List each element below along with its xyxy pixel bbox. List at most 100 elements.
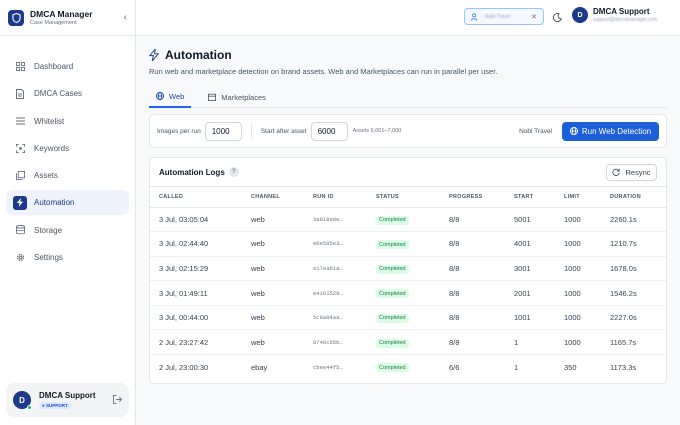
column-header: DURATION [601,187,666,208]
page-title: Automation [165,48,232,62]
start-cell: 4001 [505,231,555,257]
sidebar-item-label: Dashboard [34,62,74,71]
sidebar-item-label: Storage [34,225,63,235]
tab-web[interactable]: Web [149,86,192,108]
run-config-panel: Images per run Start after asset Assets … [149,114,667,148]
progress-cell: 8/8 [440,231,505,257]
sidebar-item-dashboard[interactable]: Dashboard [6,54,129,79]
database-icon [15,225,25,235]
duration-cell: 1165.7s [601,329,666,356]
run-id-cell: 5c8a04aa… [304,305,367,331]
limit-cell: 350 [564,362,577,372]
limit-cell: 1000 [555,231,601,257]
duration-cell: 1210.7s [601,231,666,257]
table-row[interactable]: 3 Jul, 02:15:29 web e17eab1a… Completed … [150,256,666,282]
called-cell: 3 Jul, 03:05:04 [150,207,242,233]
sidebar-nav: Dashboard DMCA Cases Whitelist Keywords … [0,36,135,270]
start-cell: 3001 [505,256,555,282]
clear-filter-icon[interactable]: ✕ [531,13,537,21]
channel-cell: web [242,256,304,282]
sidebar-item-keywords[interactable]: Keywords [6,136,129,161]
logout-icon[interactable] [113,394,123,406]
called-cell: 3 Jul, 02:15:29 [150,256,242,282]
brand-filter-label: Nobi Travel [485,13,511,20]
logs-title: Automation Logs [159,167,225,177]
table-row[interactable]: 3 Jul, 02:44:40 web e0e585e3… Completed … [150,231,666,257]
called-cell: 2 Jul, 23:00:30 [159,362,209,372]
channel-cell: ebay [251,362,268,372]
channel-cell: web [242,280,304,306]
sidebar-item-storage[interactable]: Storage [6,218,129,243]
sidebar-item-assets[interactable]: Assets [6,163,129,188]
avatar-initial: D [19,395,25,405]
help-icon[interactable]: ? [228,167,239,177]
role-badge-label: SUPPORT [45,403,68,408]
sidebar-item-label: Automation [34,198,75,208]
run-id-cell: e4161529… [304,280,367,306]
account-menu[interactable]: D DMCA Support support@dmcamanager.com [572,7,657,23]
bolt-icon [149,49,159,61]
duration-cell: 2260.1s [601,207,666,233]
sidebar-item-label: Assets [34,171,59,181]
table-row[interactable]: 2 Jul, 23:00:30 ebay cbee44f5… Completed… [150,355,666,380]
called-cell: 3 Jul, 00:44:00 [150,305,242,331]
table-row[interactable]: 3 Jul, 03:05:04 web 3a818a9e… Completed … [150,207,666,233]
images-per-run-input[interactable] [204,121,242,141]
online-status-dot [27,405,32,410]
duration-cell: 1678.0s [601,256,666,282]
sidebar-user-card: D DMCA Support ● SUPPORT [6,383,129,417]
brand-filter-chip[interactable]: Nobi Travel ✕ [464,8,544,25]
limit-cell: 1000 [555,280,601,306]
app-name: DMCA Manager [30,9,93,19]
column-header: LIMIT [555,187,601,208]
users-icon [471,12,478,21]
document-icon [15,88,25,99]
column-header: START [505,187,555,208]
table-row[interactable]: 3 Jul, 01:49:11 web e4161529… Completed … [150,280,666,306]
moon-icon[interactable] [551,11,563,23]
tab-marketplaces[interactable]: Marketplaces [201,86,273,108]
limit-cell: 1000 [555,256,601,282]
logs-table: CALLED CHANNEL RUN ID STATUS PROGRESS ST… [150,187,666,379]
start-cell: 1 [514,362,519,372]
status-badge: Completed [376,215,409,225]
run-id-cell: cbee44f5… [313,363,343,371]
page-description: Run web and marketplace detection on bra… [149,67,498,76]
progress-cell: 8/8 [440,280,505,306]
progress-cell: 8/8 [440,329,505,356]
images-per-run-label: Images per run [157,127,201,135]
channel-cell: web [242,207,304,233]
main-content: Automation Run web and marketplace detec… [136,36,680,425]
collapse-sidebar-icon[interactable]: ‹ [124,12,127,23]
limit-cell: 1000 [555,329,601,356]
sidebar-item-automation[interactable]: Automation [6,190,129,216]
table-row[interactable]: 2 Jul, 23:27:42 web 8746c65b… Completed … [150,329,666,356]
column-header: CHANNEL [242,187,304,208]
channel-tabs: Web Marketplaces [149,86,667,108]
selected-brand-label: Nobi Travel [519,127,552,135]
called-cell: 3 Jul, 02:44:40 [150,231,242,257]
sidebar-item-whitelist[interactable]: Whitelist [6,109,129,134]
account-email: support@dmcamanager.com [593,17,658,23]
channel-cell: web [242,305,304,331]
tab-label: Marketplaces [221,92,266,102]
start-cell: 2001 [505,280,555,306]
called-cell: 3 Jul, 01:49:11 [150,280,242,306]
run-web-detection-button[interactable]: Run Web Detection [562,121,659,141]
sidebar-item-dmca-cases[interactable]: DMCA Cases [6,81,129,106]
account-name: DMCA Support [593,7,650,16]
dashboard-icon [15,62,25,72]
tab-label: Web [169,91,185,101]
duration-cell: 1546.2s [601,280,666,306]
bolt-icon [13,195,27,210]
run-id-cell: e0e585e3… [304,231,367,257]
limit-cell: 1000 [555,207,601,233]
table-row[interactable]: 3 Jul, 00:44:00 web 5c8a04aa… Completed … [150,305,666,331]
resync-button[interactable]: Resync [606,163,657,181]
column-header: PROGRESS [440,187,505,208]
sidebar-item-settings[interactable]: Settings [6,245,129,270]
start-after-asset-label: Start after asset [260,127,307,135]
start-after-asset-input[interactable] [310,121,348,141]
run-button-label: Run Web Detection [581,126,652,136]
automation-logs-panel: Automation Logs ? Resync CALLED CHANNEL … [149,157,667,384]
